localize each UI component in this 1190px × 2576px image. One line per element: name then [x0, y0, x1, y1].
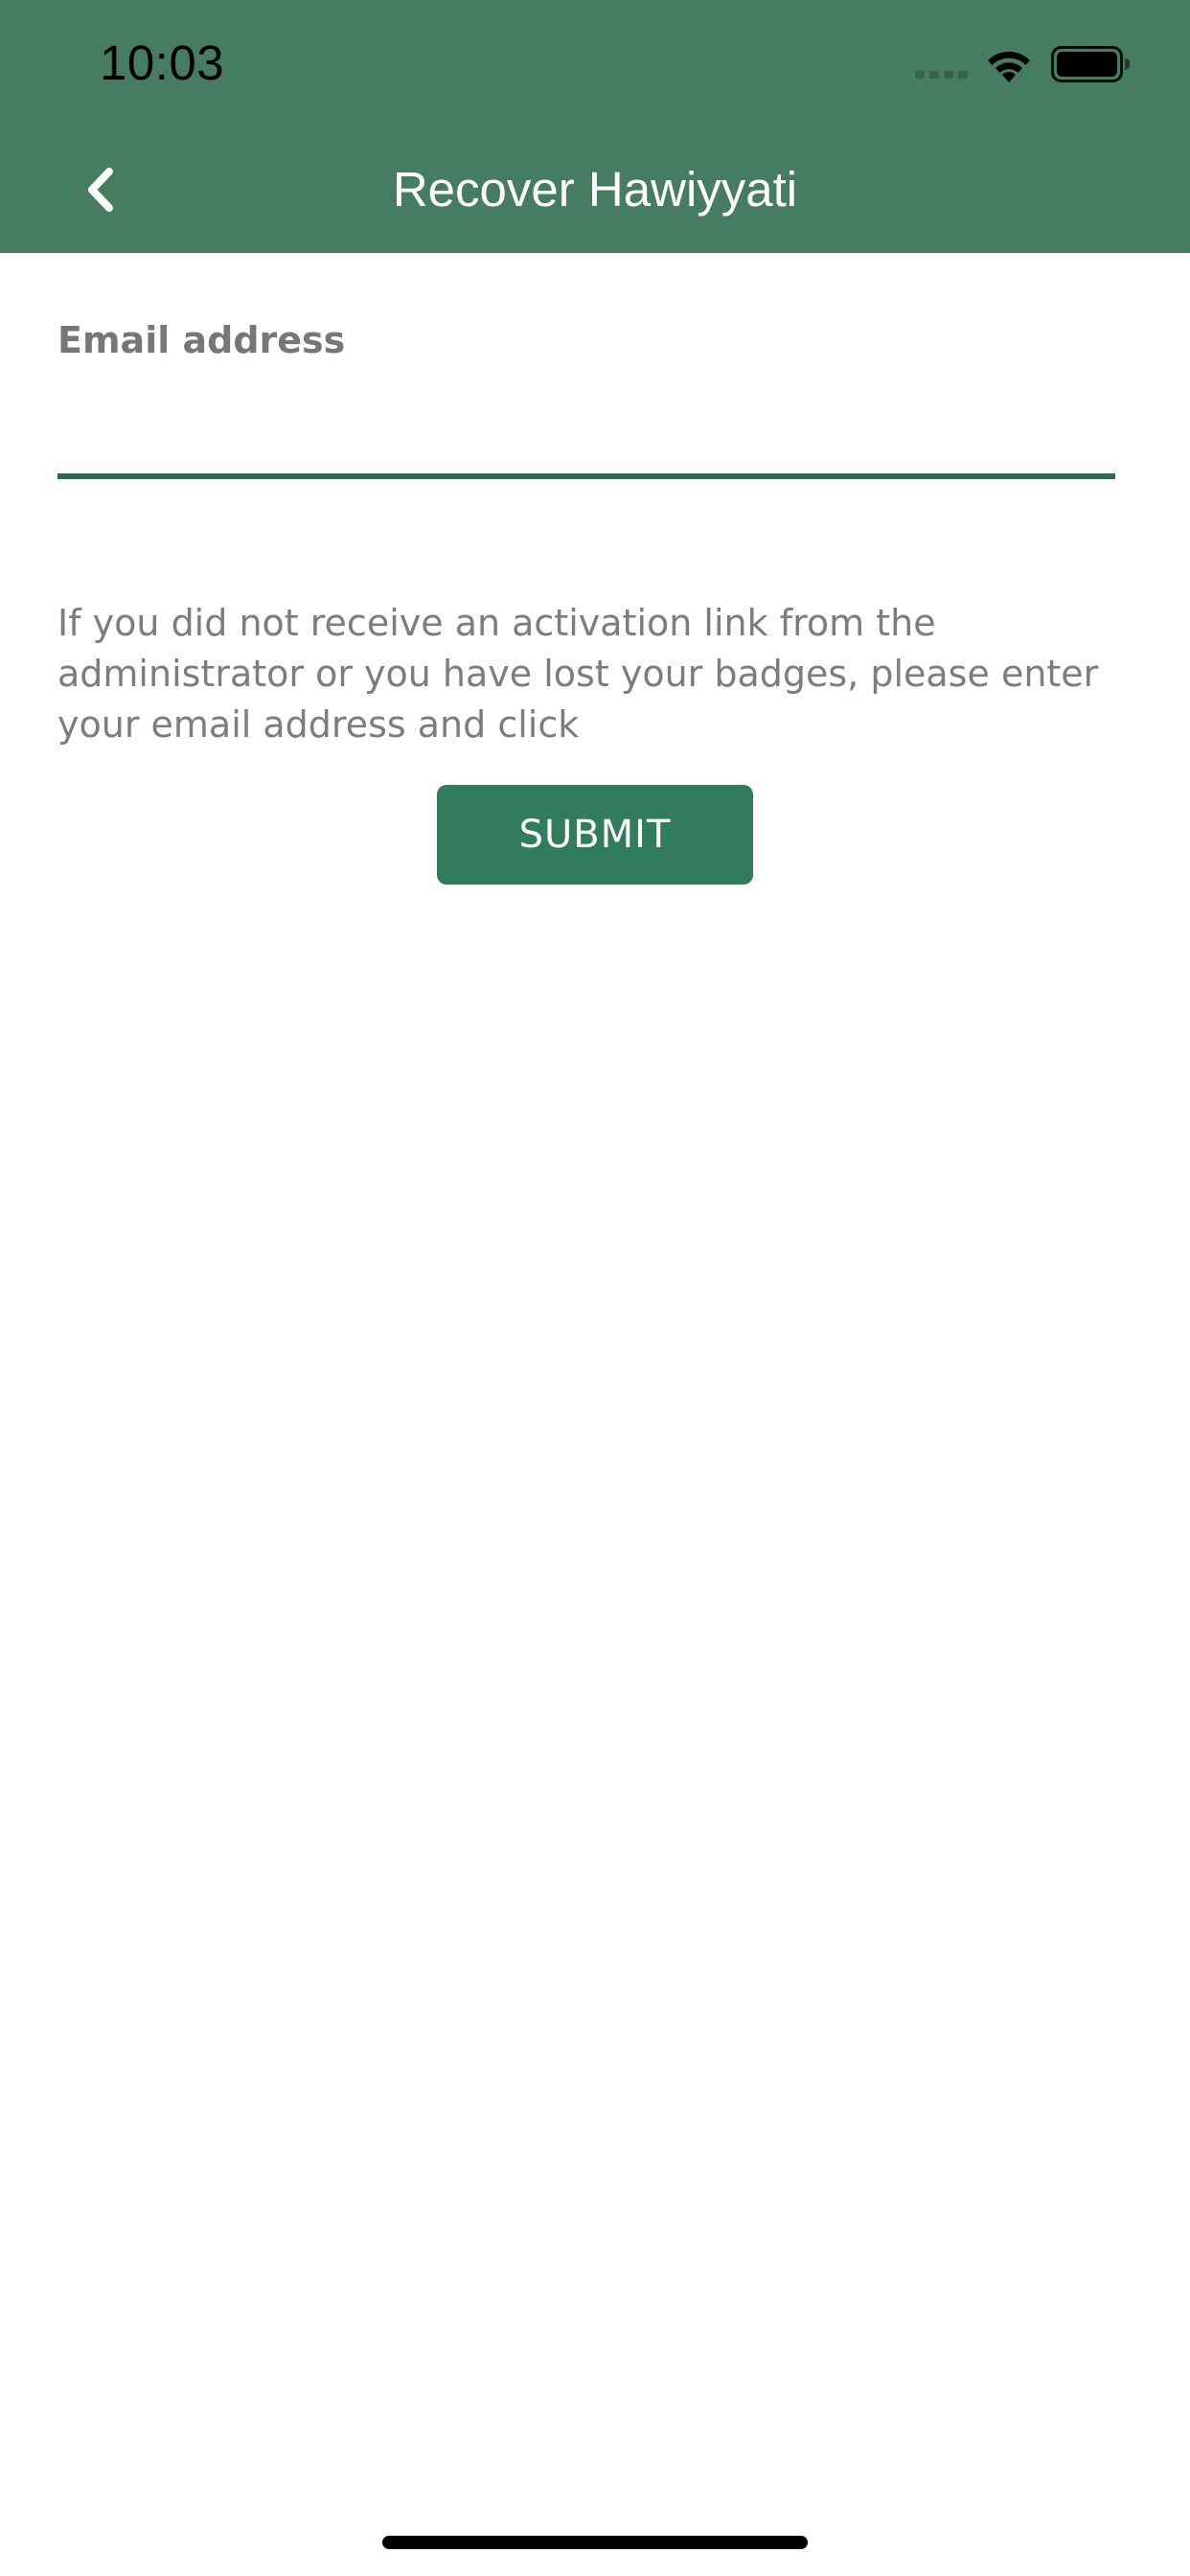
status-bar-time: 10:03	[100, 35, 225, 90]
signal-icon	[915, 71, 968, 79]
wifi-icon	[988, 51, 1030, 82]
submit-button[interactable]: SUBMIT	[437, 785, 753, 885]
home-indicator	[382, 2536, 808, 2549]
help-text: If you did not receive an activation lin…	[57, 602, 1099, 746]
email-field[interactable]	[57, 383, 1115, 479]
battery-icon	[1051, 46, 1130, 82]
page-title: Recover Hawiyyati	[392, 162, 798, 217]
email-label: Email address	[57, 319, 346, 361]
app-header: 10:03 Recover Hawiyyati	[0, 0, 1190, 253]
